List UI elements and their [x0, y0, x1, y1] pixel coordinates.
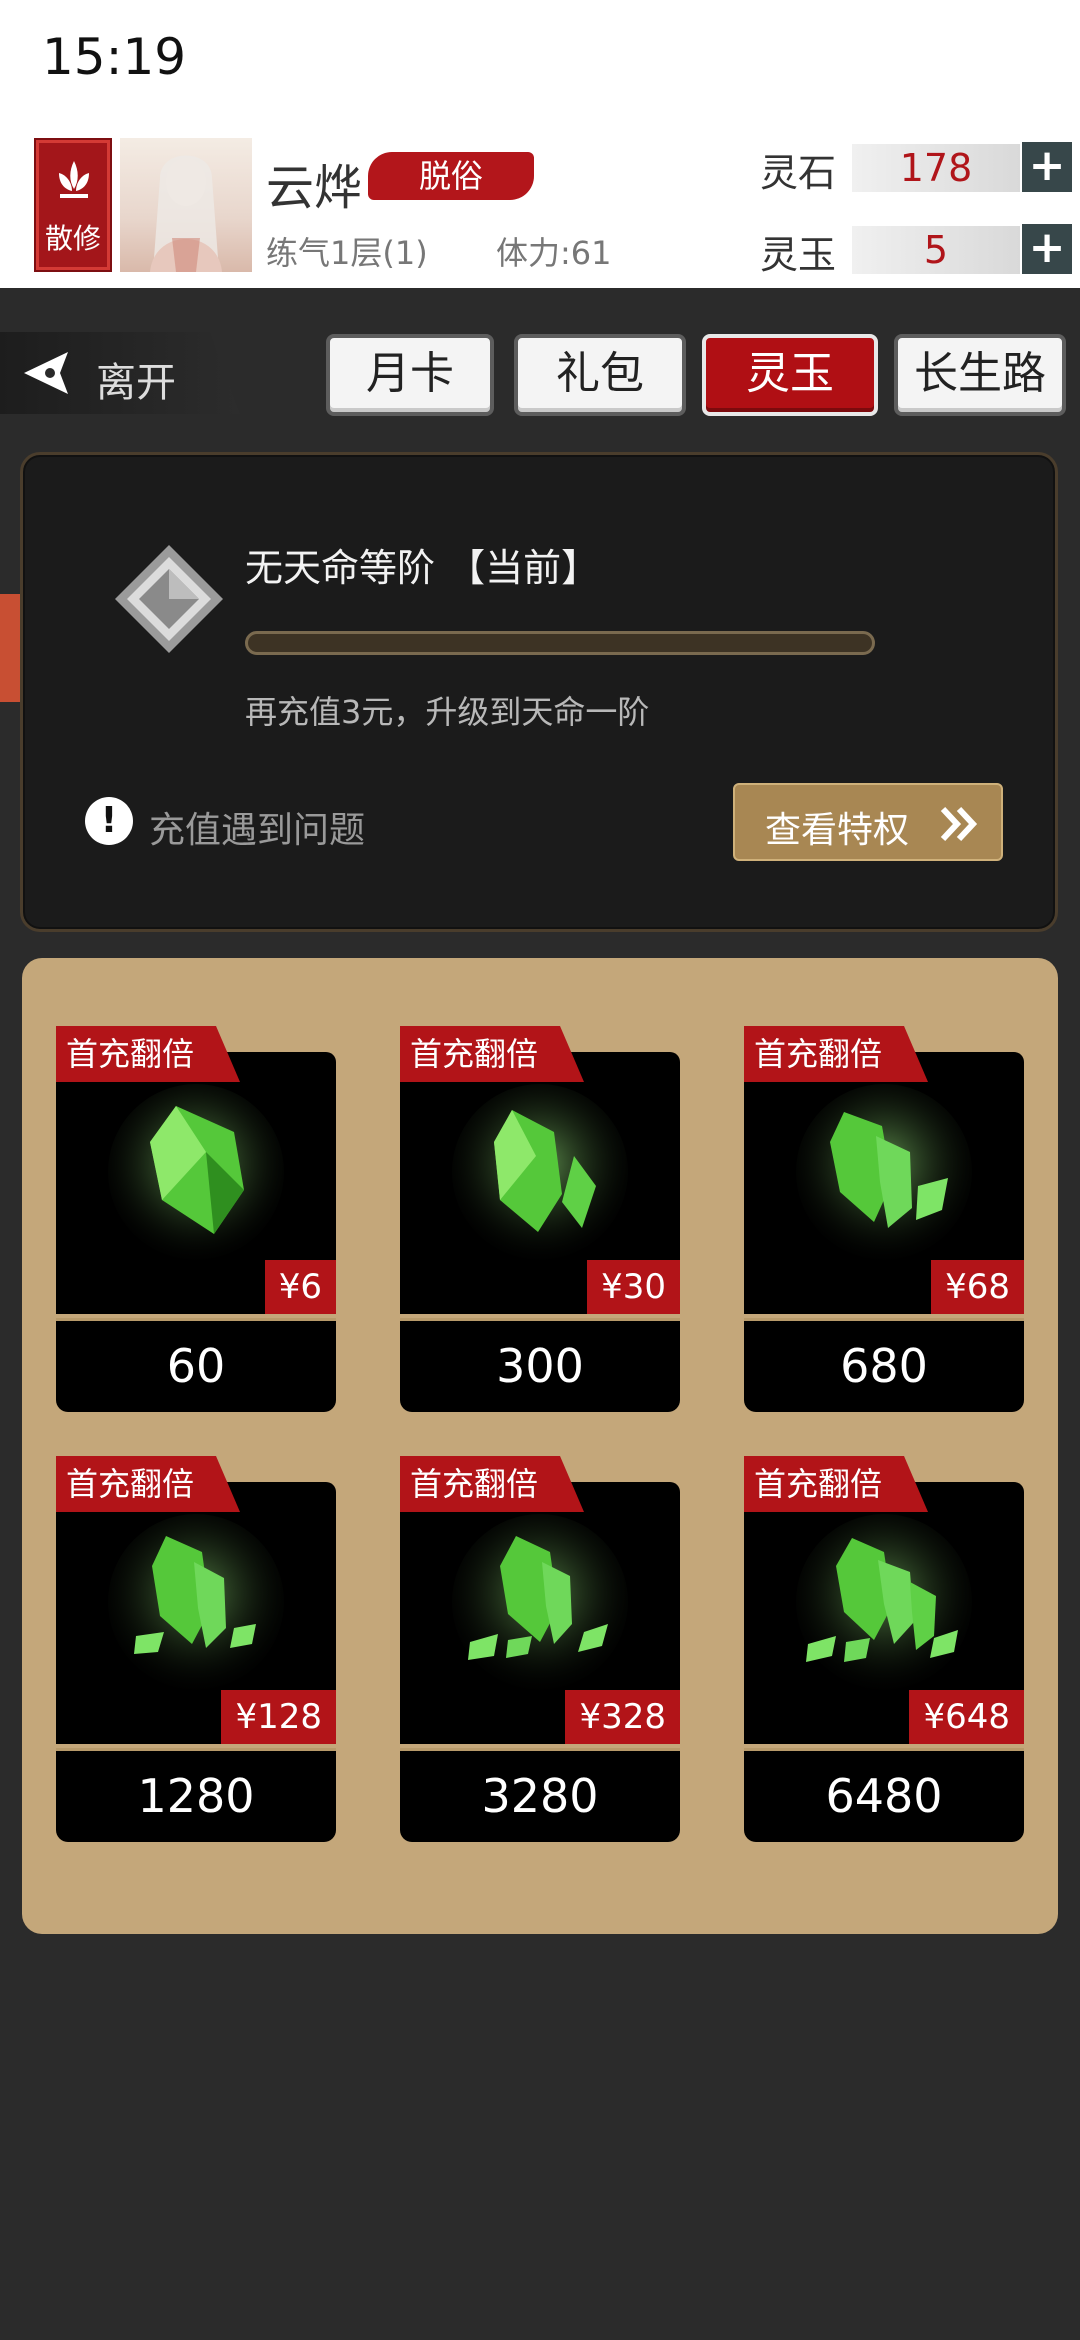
back-arrow-icon [24, 352, 68, 394]
price-tag: ¥6 [264, 1260, 336, 1314]
vip-panel: 无天命等阶 【当前】 再充值3元，升级到天命一阶 ! 充值遇到问题 查看特权 [20, 452, 1058, 932]
lotus-icon [59, 161, 89, 198]
jade-amount: 680 [744, 1318, 1024, 1412]
vip-progress-bar [245, 631, 875, 655]
jade-pack-card[interactable]: 首充翻倍 ¥68 680 [744, 1026, 1024, 1412]
jade-pack-card[interactable]: 首充翻倍 ¥128 1280 [56, 1456, 336, 1842]
green-crystal-icon [796, 1514, 972, 1690]
jade-pack-card[interactable]: 首充翻倍 ¥328 3280 [400, 1456, 680, 1842]
nav-strip: 离开 月卡 礼包 灵玉 长生路 [0, 330, 1080, 420]
status-time: 15:19 [42, 28, 187, 86]
first-recharge-ribbon: 首充翻倍 [56, 1026, 240, 1082]
green-crystal-icon [452, 1084, 628, 1260]
sect-label: 散修 [44, 222, 101, 255]
currency-value: 5 [852, 226, 1020, 274]
leave-label: 离开 [96, 360, 176, 406]
first-recharge-ribbon: 首充翻倍 [744, 1026, 928, 1082]
avatar[interactable] [120, 138, 252, 272]
character-portrait-icon [150, 155, 222, 272]
jade-amount: 3280 [400, 1748, 680, 1842]
price-tag: ¥328 [565, 1690, 680, 1744]
leave-button[interactable]: 离开 [0, 332, 240, 414]
jade-pack-card[interactable]: 首充翻倍 ¥30 300 [400, 1026, 680, 1412]
price-tag: ¥648 [909, 1690, 1024, 1744]
profile-bar: 散修 云烨 脱俗 练气1层(1) 体力:61 灵石 178 + 灵玉 5 + [0, 124, 1080, 288]
jade-pack-card[interactable]: 首充翻倍 ¥648 6480 [744, 1456, 1024, 1842]
jade-amount: 60 [56, 1318, 336, 1412]
add-spirit-stone-button[interactable]: + [1022, 142, 1072, 192]
price-tag: ¥30 [587, 1260, 680, 1314]
currency-label: 灵玉 [760, 233, 837, 277]
currency-label: 灵石 [760, 151, 837, 195]
jade-amount: 300 [400, 1318, 680, 1412]
jade-amount: 1280 [56, 1748, 336, 1842]
tab-spirit-jade[interactable]: 灵玉 [702, 334, 878, 416]
currency-value: 178 [852, 144, 1020, 192]
first-recharge-ribbon: 首充翻倍 [744, 1456, 928, 1512]
spirit-stone-counter: 灵石 178 + [760, 142, 1072, 195]
recharge-issue-link[interactable]: 充值遇到问题 [149, 801, 365, 853]
green-crystal-icon [108, 1514, 284, 1690]
tab-monthly-card[interactable]: 月卡 [326, 334, 494, 416]
first-recharge-ribbon: 首充翻倍 [400, 1456, 584, 1512]
vip-hint: 再充值3元，升级到天命一阶 [245, 693, 650, 731]
view-privileges-button[interactable]: 查看特权 [733, 783, 1003, 861]
alert-icon[interactable]: ! [85, 797, 133, 845]
view-privileges-label: 查看特权 [765, 810, 910, 851]
green-crystal-icon [108, 1084, 284, 1260]
realm-level: 练气1层(1) [266, 234, 428, 272]
spirit-jade-counter: 灵玉 5 + [760, 224, 1072, 277]
spirit-jade-shop: 首充翻倍 ¥6 60 首充翻倍 ¥30 300 首充翻倍 ¥68 680 首充翻… [22, 958, 1058, 1934]
vip-title: 无天命等阶 【当前】 [245, 546, 600, 590]
first-recharge-ribbon: 首充翻倍 [56, 1456, 240, 1512]
jade-pack-card[interactable]: 首充翻倍 ¥6 60 [56, 1026, 336, 1412]
diamond-rank-icon [115, 545, 223, 653]
green-crystal-icon [452, 1514, 628, 1690]
green-crystal-icon [796, 1084, 972, 1260]
status-bar: 15:19 [0, 0, 1080, 124]
tab-longevity-path[interactable]: 长生路 [894, 334, 1066, 416]
player-name: 云烨 [266, 160, 363, 216]
rank-badge: 脱俗 [368, 152, 534, 200]
jade-amount: 6480 [744, 1748, 1024, 1842]
double-chevron-right-icon [940, 806, 978, 842]
stamina-value: 体力:61 [496, 234, 612, 272]
price-tag: ¥128 [221, 1690, 336, 1744]
first-recharge-ribbon: 首充翻倍 [400, 1026, 584, 1082]
tab-gift-pack[interactable]: 礼包 [514, 334, 686, 416]
add-spirit-jade-button[interactable]: + [1022, 224, 1072, 274]
price-tag: ¥68 [931, 1260, 1024, 1314]
sect-badge[interactable]: 散修 [36, 140, 110, 270]
